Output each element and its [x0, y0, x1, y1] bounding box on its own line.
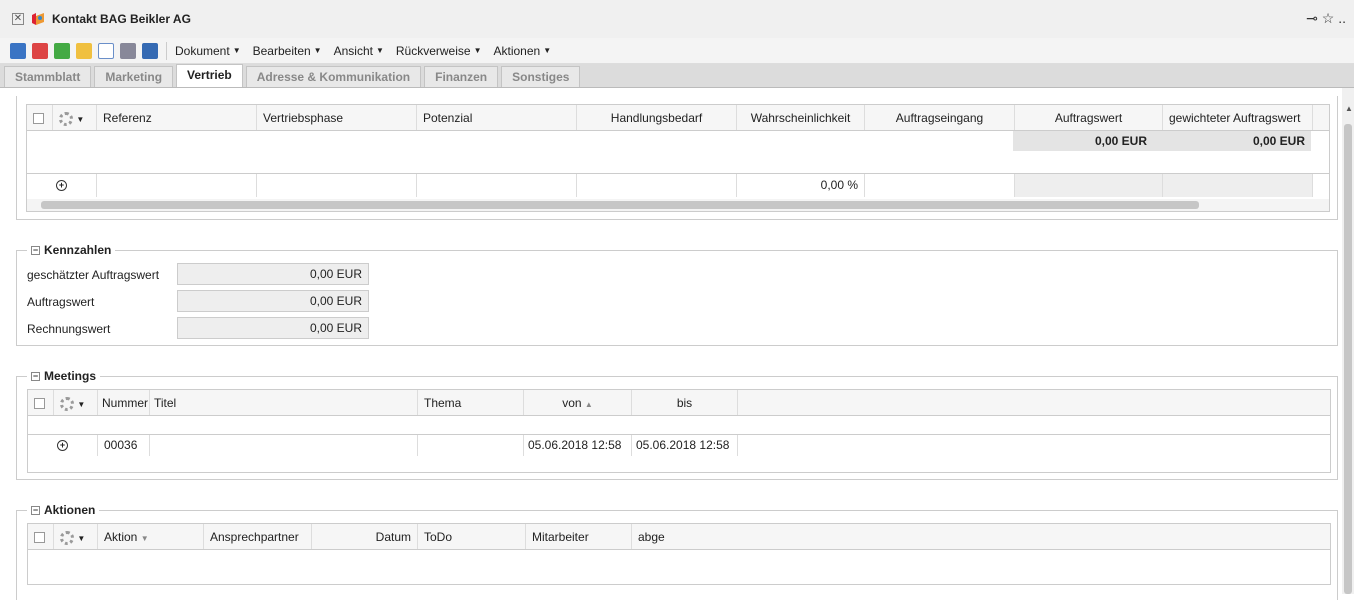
- tab-stammblatt[interactable]: Stammblatt: [4, 66, 92, 87]
- cell-nummer[interactable]: 00036: [98, 435, 150, 456]
- sum-auftragswert: 0,00 EUR: [1013, 131, 1161, 151]
- select-all-checkbox[interactable]: [27, 105, 53, 130]
- col-titel[interactable]: Titel: [150, 390, 418, 415]
- tab-adresse-kommunikation[interactable]: Adresse & Kommunikation: [245, 66, 422, 87]
- delete-icon[interactable]: [32, 42, 48, 59]
- col-mitarbeiter[interactable]: Mitarbeiter: [526, 524, 632, 549]
- tab-vertrieb[interactable]: Vertrieb: [176, 64, 243, 87]
- col-todo[interactable]: ToDo: [418, 524, 526, 549]
- sales-grid-header: ▼ Referenz Vertriebsphase Potenzial Hand…: [27, 105, 1329, 131]
- select-all-checkbox[interactable]: [28, 390, 54, 415]
- print-icon[interactable]: [120, 42, 136, 59]
- cell-thema[interactable]: [418, 435, 524, 456]
- title-bar: ✕ Kontakt BAG Beikler AG ⊸ ☆ ..: [0, 0, 1354, 38]
- window-title: Kontakt BAG Beikler AG: [52, 12, 191, 26]
- sales-sum-row: 0,00 EUR 0,00 EUR: [27, 131, 1329, 151]
- add-row-icon[interactable]: +: [27, 174, 97, 197]
- menu-rueckverweise[interactable]: Rückverweise ▼: [396, 44, 482, 58]
- col-nummer[interactable]: Nummer: [98, 390, 150, 415]
- tab-marketing[interactable]: Marketing: [94, 66, 174, 87]
- menu-ansicht[interactable]: Ansicht ▼: [334, 44, 384, 58]
- col-auftragswert[interactable]: Auftragswert: [1015, 105, 1163, 130]
- new-potenzial-cell[interactable]: [417, 174, 577, 197]
- meetings-grid-header: ▼ Nummer Titel Thema von ▲ bis: [28, 390, 1330, 416]
- collapse-icon[interactable]: −: [31, 371, 40, 381]
- field-auftragswert: 0,00 EUR: [177, 290, 369, 312]
- kennzahlen-section: − Kennzahlen geschätzter Auftragswert 0,0…: [16, 243, 1338, 346]
- gear-menu-icon[interactable]: ▼: [53, 105, 97, 130]
- meetings-section: − Meetings ▼ Nummer Titel Thema von ▲ bis…: [16, 369, 1338, 480]
- meetings-row: + 00036 05.06.2018 12:58 05.06.2018 12:5…: [28, 434, 1330, 456]
- aktionen-grid-header: ▼ Aktion ▼ Ansprechpartner Datum ToDo Mi…: [28, 524, 1330, 550]
- col-potenzial[interactable]: Potenzial: [417, 105, 577, 130]
- col-handlungsbedarf[interactable]: Handlungsbedarf: [577, 105, 737, 130]
- new-vertriebsphase-cell[interactable]: [257, 174, 417, 197]
- col-aktion[interactable]: Aktion ▼: [98, 524, 204, 549]
- sum-gewichteter-auftragswert: 0,00 EUR: [1161, 131, 1311, 151]
- new-handlungsbedarf-cell[interactable]: [577, 174, 737, 197]
- field-rechnungswert: 0,00 EUR: [177, 317, 369, 339]
- aktionen-legend[interactable]: − Aktionen: [27, 503, 100, 517]
- col-referenz[interactable]: Referenz: [97, 105, 257, 130]
- label-auftragswert: Auftragswert: [27, 295, 95, 309]
- col-auftragseingang[interactable]: Auftragseingang: [865, 105, 1015, 130]
- collapse-icon[interactable]: −: [31, 245, 40, 255]
- col-ansprechpartner[interactable]: Ansprechpartner: [204, 524, 312, 549]
- download-icon[interactable]: [54, 42, 70, 59]
- collapse-icon[interactable]: −: [31, 505, 40, 515]
- horizontal-scrollbar-thumb[interactable]: [41, 201, 1199, 209]
- col-vertriebsphase[interactable]: Vertriebsphase: [257, 105, 417, 130]
- col-datum[interactable]: Datum: [312, 524, 418, 549]
- gear-menu-icon[interactable]: ▼: [54, 524, 98, 549]
- col-gewichteter-auftragswert[interactable]: gewichteter Auftragswert: [1163, 105, 1313, 130]
- vertical-scrollbar[interactable]: ▲: [1342, 88, 1354, 594]
- menu-bearbeiten[interactable]: Bearbeiten ▼: [253, 44, 322, 58]
- col-abge[interactable]: abge: [632, 524, 672, 549]
- sales-grid: ▼ Referenz Vertriebsphase Potenzial Hand…: [26, 104, 1330, 212]
- col-thema[interactable]: Thema: [418, 390, 524, 415]
- select-all-checkbox[interactable]: [28, 524, 54, 549]
- toolbar: Dokument ▼ Bearbeiten ▼ Ansicht ▼ Rückverwe…: [0, 38, 1354, 64]
- menu-dokument[interactable]: Dokument ▼: [175, 44, 241, 58]
- cell-bis[interactable]: 05.06.2018 12:58: [632, 435, 738, 456]
- gear-menu-icon[interactable]: ▼: [54, 390, 98, 415]
- folder-icon[interactable]: [76, 42, 92, 59]
- scroll-up-icon[interactable]: ▲: [1345, 104, 1353, 113]
- col-wahrscheinlichkeit[interactable]: Wahrscheinlichkeit: [737, 105, 865, 130]
- menu-aktionen[interactable]: Aktionen ▼: [494, 44, 552, 58]
- save-icon[interactable]: [10, 42, 26, 59]
- meetings-legend[interactable]: − Meetings: [27, 369, 101, 383]
- window-pin-star-icons[interactable]: ⊸ ☆ ..: [1306, 10, 1346, 27]
- mail-icon[interactable]: [98, 42, 114, 59]
- new-auftragseingang-cell[interactable]: [865, 174, 1015, 197]
- cell-von[interactable]: 05.06.2018 12:58: [524, 435, 632, 456]
- aktionen-grid: ▼ Aktion ▼ Ansprechpartner Datum ToDo Mi…: [27, 523, 1331, 585]
- cell-titel[interactable]: [150, 435, 418, 456]
- kennzahlen-legend[interactable]: − Kennzahlen: [27, 243, 116, 257]
- col-bis[interactable]: bis: [632, 390, 738, 415]
- add-row-icon[interactable]: +: [28, 435, 98, 456]
- new-referenz-cell[interactable]: [97, 174, 257, 197]
- toolbar-separator: [166, 41, 167, 60]
- meetings-grid: ▼ Nummer Titel Thema von ▲ bis + 00036 0…: [27, 389, 1331, 473]
- sales-new-row: + 0,00 %: [27, 173, 1329, 197]
- col-von[interactable]: von ▲: [524, 390, 632, 415]
- aktionen-section: − Aktionen ▼ Aktion ▼ Ansprechpartner Dat…: [16, 503, 1338, 600]
- horizontal-scrollbar[interactable]: [27, 199, 1329, 211]
- label-rechnungswert: Rechnungswert: [27, 322, 111, 336]
- tab-sonstiges[interactable]: Sonstiges: [501, 66, 581, 87]
- new-gewichtet-cell: [1163, 174, 1313, 197]
- document-icon[interactable]: [142, 42, 158, 59]
- new-wahrscheinlichkeit-cell[interactable]: 0,00 %: [737, 174, 865, 197]
- new-auftragswert-cell: [1015, 174, 1163, 197]
- tab-bar: Stammblatt Marketing Vertrieb Adresse & …: [0, 64, 1354, 88]
- tab-finanzen[interactable]: Finanzen: [424, 66, 499, 87]
- close-icon[interactable]: ✕: [12, 13, 24, 25]
- contact-logo-icon: [30, 12, 46, 26]
- label-geschaetzter-auftragswert: geschätzter Auftragswert: [27, 268, 160, 282]
- field-geschaetzter-auftragswert: 0,00 EUR: [177, 263, 369, 285]
- scrollbar-thumb[interactable]: [1344, 124, 1352, 594]
